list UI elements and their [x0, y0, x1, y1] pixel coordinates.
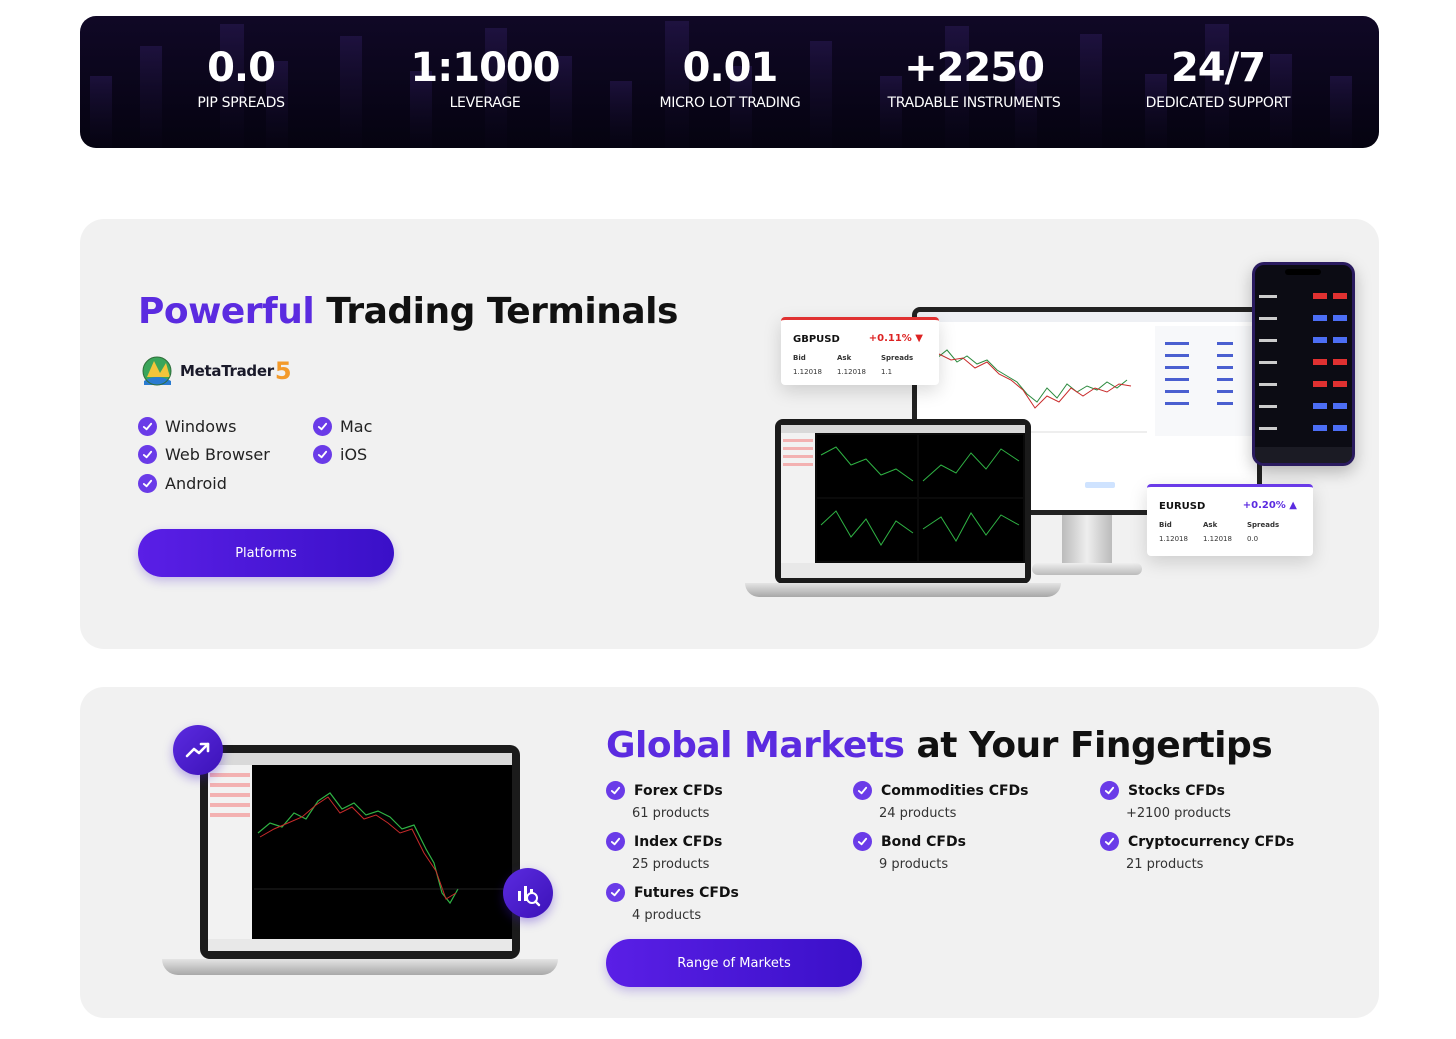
stat-value: +2250 — [904, 45, 1045, 91]
markets-chart-screen — [208, 753, 512, 951]
stat-micro-lot: 0.01 MICRO LOT TRADING — [610, 42, 850, 112]
quote-pair: EURUSD — [1159, 501, 1206, 512]
stat-value: 1:1000 — [410, 45, 560, 91]
check-icon — [313, 417, 332, 436]
stat-instruments: +2250 TRADABLE INSTRUMENTS — [854, 42, 1094, 112]
market-name: Cryptocurrency CFDs — [1128, 833, 1295, 850]
platform-label: iOS — [340, 445, 368, 464]
market-forex: Forex CFDs 61 products — [606, 781, 723, 821]
check-icon — [1100, 781, 1119, 800]
markets-laptop-image — [162, 745, 558, 977]
stat-label: TRADABLE INSTRUMENTS — [887, 95, 1061, 111]
check-icon — [138, 445, 157, 464]
quote-pair: GBPUSD — [793, 334, 840, 345]
market-crypto: Cryptocurrency CFDs 21 products — [1100, 832, 1294, 872]
analytics-search-icon — [503, 868, 553, 918]
stat-value: 24/7 — [1170, 45, 1266, 91]
quote-change: +0.11% ▼ — [868, 333, 923, 344]
platform-android: Android — [138, 474, 227, 493]
platform-label: Mac — [340, 417, 373, 436]
section-title: Global Markets at Your Fingertips — [606, 725, 1273, 766]
metatrader5-logo: MetaTrader 5 — [138, 353, 292, 389]
platform-mac: Mac — [313, 417, 372, 436]
stat-label: DEDICATED SUPPORT — [1145, 95, 1291, 111]
title-rest: Trading Terminals — [326, 291, 678, 332]
check-icon — [138, 417, 157, 436]
stat-value: 0.01 — [682, 45, 779, 91]
stat-leverage: 1:1000 LEVERAGE — [365, 42, 605, 112]
stats-bar: 0.0 PIP SPREADS 1:1000 LEVERAGE 0.01 MIC… — [80, 16, 1379, 148]
title-accent: Powerful — [138, 291, 315, 332]
market-name: Forex CFDs — [634, 782, 723, 799]
check-icon — [853, 832, 872, 851]
check-icon — [853, 781, 872, 800]
quote-columns: Bid Ask Spreads — [793, 354, 914, 362]
metatrader-logo-icon — [142, 356, 172, 386]
platform-ios: iOS — [313, 445, 367, 464]
check-icon — [606, 781, 625, 800]
mt5-multichart-screen — [781, 425, 1025, 578]
quote-columns: Bid Ask Spreads — [1159, 521, 1280, 529]
stat-label: LEVERAGE — [449, 95, 521, 111]
quote-card-eurusd: EURUSD +0.20% ▲ Bid Ask Spreads 1.12018 1.1… — [1147, 484, 1313, 556]
mobile-quotes-screen — [1255, 269, 1352, 463]
market-commodities: Commodities CFDs 24 products — [853, 781, 1029, 821]
platform-web-browser: Web Browser — [138, 445, 270, 464]
market-futures: Futures CFDs 4 products — [606, 883, 739, 923]
quote-change: +0.20% ▲ — [1242, 500, 1297, 511]
title-rest: at Your Fingertips — [916, 725, 1273, 766]
market-name: Stocks CFDs — [1128, 782, 1226, 799]
check-icon — [138, 474, 157, 493]
trend-up-icon — [173, 725, 223, 775]
check-icon — [313, 445, 332, 464]
stat-label: MICRO LOT TRADING — [659, 95, 801, 111]
logo-text: MetaTrader — [180, 362, 274, 380]
quote-values: 1.12018 1.12018 1.1 — [793, 368, 893, 376]
market-count: +2100 products — [1126, 806, 1231, 821]
title-accent: Global Markets — [606, 725, 905, 766]
platform-label: Android — [165, 474, 227, 493]
stat-support: 24/7 DEDICATED SUPPORT — [1098, 42, 1338, 112]
market-name: Index CFDs — [634, 833, 723, 850]
quote-card-gbpusd: GBPUSD +0.11% ▼ Bid Ask Spreads 1.12018 1.1… — [781, 317, 939, 385]
platforms-button[interactable]: Platforms — [138, 529, 394, 577]
market-name: Futures CFDs — [634, 884, 739, 901]
market-count: 61 products — [632, 806, 710, 821]
check-icon — [606, 832, 625, 851]
market-count: 9 products — [879, 857, 949, 872]
platform-windows: Windows — [138, 417, 236, 436]
platform-label: Windows — [165, 417, 237, 436]
range-of-markets-button[interactable]: Range of Markets — [606, 939, 862, 987]
phone-image — [1252, 262, 1355, 466]
laptop-image — [745, 419, 1061, 604]
logo-number: 5 — [274, 357, 292, 385]
stat-pip-spreads: 0.0 PIP SPREADS — [121, 42, 361, 112]
check-icon — [1100, 832, 1119, 851]
market-count: 21 products — [1126, 857, 1204, 872]
market-index: Index CFDs 25 products — [606, 832, 722, 872]
stat-value: 0.0 — [207, 45, 276, 91]
stat-label: PIP SPREADS — [197, 95, 285, 111]
market-bond: Bond CFDs 9 products — [853, 832, 966, 872]
platform-label: Web Browser — [165, 445, 270, 464]
market-name: Commodities CFDs — [881, 782, 1029, 799]
market-stocks: Stocks CFDs +2100 products — [1100, 781, 1231, 821]
market-count: 4 products — [632, 908, 702, 923]
global-markets-section: Global Markets at Your Fingertips Forex … — [80, 687, 1379, 1018]
market-count: 24 products — [879, 806, 957, 821]
market-name: Bond CFDs — [881, 833, 966, 850]
market-count: 25 products — [632, 857, 710, 872]
section-title: Powerful Trading Terminals — [138, 291, 678, 332]
check-icon — [606, 883, 625, 902]
trading-terminals-section: Powerful Trading Terminals MetaTrader 5 … — [80, 219, 1379, 649]
quote-values: 1.12018 1.12018 0.0 — [1159, 535, 1259, 543]
